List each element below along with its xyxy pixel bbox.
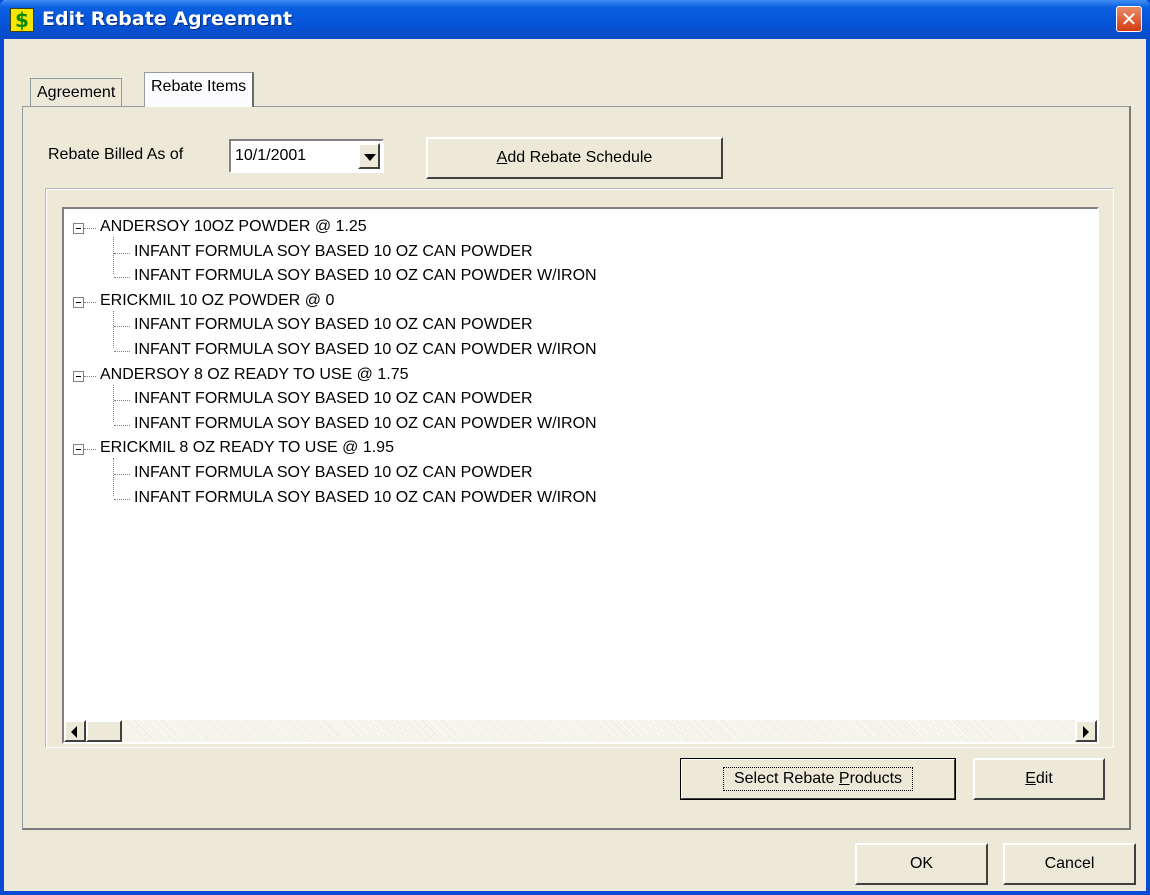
tree-node-schedule[interactable]: ERICKMIL 10 OZ POWDER @ 0 (100, 291, 334, 311)
scroll-right-icon[interactable] (1075, 720, 1097, 742)
tree-node-product[interactable]: INFANT FORMULA SOY BASED 10 OZ CAN POWDE… (134, 340, 597, 360)
tree-connector (114, 252, 130, 254)
tree-connector (114, 351, 130, 352)
tree-connector (84, 228, 96, 229)
edit-label: Edit (1025, 770, 1053, 787)
rebate-billed-date-value: 10/1/2001 (235, 147, 307, 164)
ok-button[interactable]: OK (855, 843, 988, 885)
dollar-icon: $ (10, 8, 34, 32)
tree-node-product[interactable]: INFANT FORMULA SOY BASED 10 OZ CAN POWDE… (134, 389, 533, 409)
tree-connector (114, 326, 130, 328)
tree-connector (114, 400, 130, 402)
tree-node-schedule[interactable]: ANDERSOY 8 OZ READY TO USE @ 1.75 (100, 365, 409, 385)
rebate-billed-date-combo[interactable]: 10/1/2001 (229, 139, 384, 173)
scroll-left-icon[interactable] (64, 720, 86, 742)
close-button[interactable]: ✕ (1116, 6, 1142, 32)
title-bar[interactable]: $ Edit Rebate Agreement ✕ (0, 0, 1150, 39)
tree-connector (114, 277, 130, 279)
collapse-icon[interactable] (73, 223, 84, 234)
tree-connector (114, 498, 130, 500)
collapse-icon[interactable] (73, 370, 84, 382)
rebate-billed-label: Rebate Billed As of (48, 146, 184, 163)
tree-connector (114, 424, 130, 426)
tree-connector (113, 458, 114, 496)
tree-connector (84, 449, 96, 451)
cancel-button[interactable]: Cancel (1003, 843, 1136, 885)
tree-node-product[interactable]: INFANT FORMULA SOY BASED 10 OZ CAN POWDE… (134, 315, 533, 335)
scroll-thumb[interactable] (86, 720, 122, 742)
select-rebate-products-button[interactable]: Select Rebate Products (680, 758, 956, 800)
tree-connector (84, 375, 96, 377)
tree-node-schedule[interactable]: ERICKMIL 8 OZ READY TO USE @ 1.95 (100, 438, 394, 458)
tab-rebate-items[interactable]: Rebate Items (144, 72, 255, 107)
tree-node-product[interactable]: INFANT FORMULA SOY BASED 10 OZ CAN POWDE… (134, 414, 597, 434)
tree-node-product[interactable]: INFANT FORMULA SOY BASED 10 OZ CAN POWDE… (134, 488, 597, 508)
tree-connector (84, 301, 96, 303)
tree-connector (113, 310, 114, 348)
tree-connector (113, 384, 114, 422)
edit-button[interactable]: Edit (973, 758, 1105, 800)
tree-connector (113, 237, 114, 275)
collapse-icon[interactable] (73, 444, 84, 456)
tree-node-schedule[interactable]: ANDERSOY 10OZ POWDER @ 1.25 (100, 217, 367, 237)
select-rebate-products-label: Select Rebate Products (722, 767, 914, 791)
rebate-items-tree[interactable]: ANDERSOY 10OZ POWDER @ 1.25 INFANT FORMUL… (62, 207, 1099, 744)
tab-agreement[interactable]: Agreement (30, 78, 123, 106)
tree-connector (114, 474, 130, 475)
tree-node-product[interactable]: INFANT FORMULA SOY BASED 10 OZ CAN POWDE… (134, 242, 533, 262)
tree-node-product[interactable]: INFANT FORMULA SOY BASED 10 OZ CAN POWDE… (134, 266, 597, 286)
tree-node-product[interactable]: INFANT FORMULA SOY BASED 10 OZ CAN POWDE… (134, 463, 533, 483)
collapse-icon[interactable] (73, 296, 84, 308)
add-rebate-schedule-button[interactable]: Add Rebate Schedule (426, 137, 723, 179)
add-rebate-schedule-label: Add Rebate Schedule (496, 149, 653, 166)
chevron-down-icon[interactable] (358, 143, 380, 169)
window-title: Edit Rebate Agreement (42, 8, 293, 30)
horizontal-scrollbar[interactable] (64, 720, 1097, 742)
